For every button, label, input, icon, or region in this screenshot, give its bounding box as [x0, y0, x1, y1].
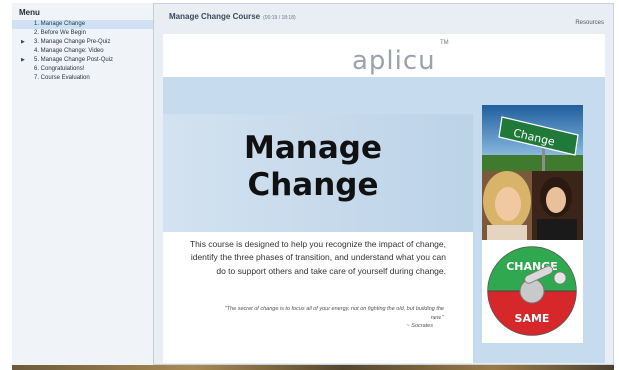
course-time: (00:19 / 18:18) — [263, 15, 296, 21]
sidebar-item-6[interactable]: 6. Congratulations! — [12, 65, 153, 74]
sidebar-item-label: 5. Manage Change Post-Quiz — [34, 57, 114, 63]
course-title-text: Manage Change Course — [169, 12, 261, 21]
change-sign-image: Change — [482, 105, 583, 171]
taskbar-strip — [12, 365, 614, 370]
change-same-switch-image: CHANGE SAME — [482, 240, 583, 343]
sidebar-item-label: 4. Manage Change: Video — [34, 48, 104, 54]
slide-content: aplicu TM Manage Change This course is d… — [163, 34, 605, 363]
course-description: This course is designed to help you reco… — [189, 239, 446, 276]
sidebar-item-3[interactable]: ▶ 3. Manage Change Pre-Quiz — [12, 38, 153, 47]
resources-link[interactable]: Resources — [575, 20, 604, 26]
sidebar-item-7[interactable]: 7. Course Evaluation — [12, 74, 153, 83]
sidebar-item-label: 7. Course Evaluation — [34, 75, 90, 81]
slide-title: Manage Change — [213, 130, 413, 204]
aplicu-logo: aplicu — [352, 46, 436, 76]
slide-title-line2: Change — [247, 167, 379, 203]
sidebar-item-2[interactable]: 2. Before We Begin — [12, 29, 153, 38]
sidebar-menu: Menu 1. Manage Change 2. Before We Begin ▶… — [12, 3, 154, 365]
sidebar-item-label: 2. Before We Begin — [34, 30, 86, 36]
sidebar-item-4[interactable]: 4. Manage Change: Video — [12, 47, 153, 56]
quote-text: "The secret of change is to focus all of… — [224, 306, 444, 321]
logo-text: aplicu — [352, 46, 436, 76]
course-title: Manage Change Course (00:19 / 18:18) — [169, 12, 296, 21]
sidebar-item-1[interactable]: 1. Manage Change — [12, 20, 153, 29]
sidebar-item-5[interactable]: ▶ 5. Manage Change Post-Quiz — [12, 56, 153, 65]
switch-bottom-text: SAME — [515, 312, 550, 325]
quote-author: ~ Socrates — [406, 323, 433, 329]
sidebar-item-label: 6. Congratulations! — [34, 66, 85, 72]
women-photo — [482, 171, 583, 240]
trademark-mark: TM — [440, 40, 449, 46]
sidebar-item-label: 1. Manage Change — [34, 21, 86, 27]
course-header: Manage Change Course (00:19 / 18:18) Reso… — [155, 3, 614, 31]
menu-title: Menu — [19, 8, 40, 17]
expand-arrow-icon[interactable]: ▶ — [21, 38, 25, 47]
slide-title-line1: Manage — [244, 130, 382, 166]
sidebar-item-label: 3. Manage Change Pre-Quiz — [34, 39, 111, 45]
menu-list: 1. Manage Change 2. Before We Begin ▶ 3. Ma… — [12, 20, 153, 83]
expand-arrow-icon[interactable]: ▶ — [21, 56, 25, 65]
